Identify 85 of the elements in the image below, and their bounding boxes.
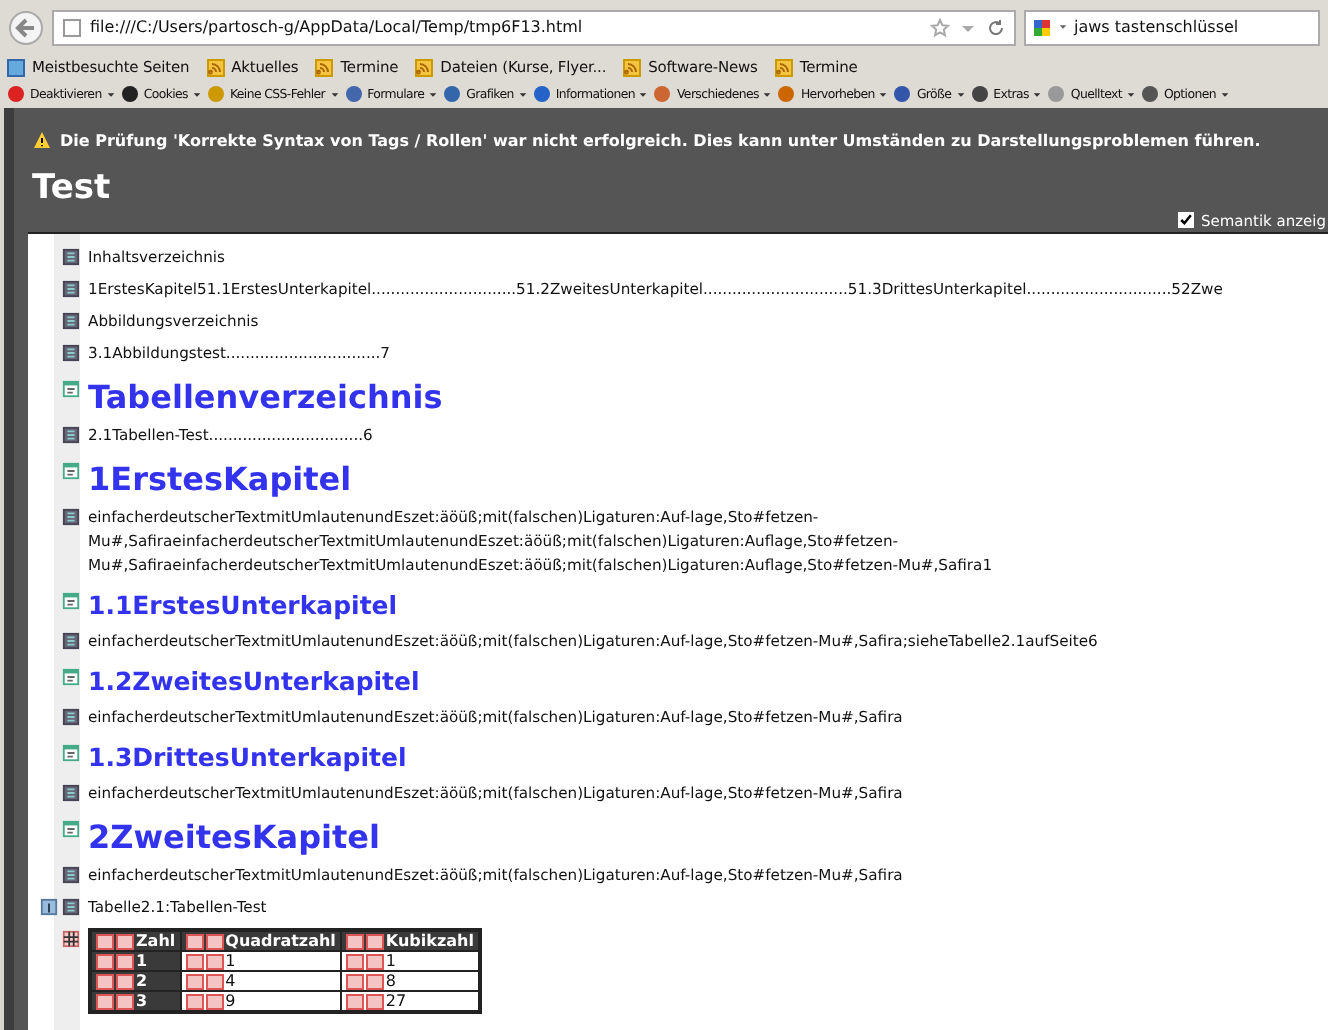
subheading: 1.2ZweitesUnterkapitel — [88, 666, 420, 698]
feed-icon — [314, 57, 335, 77]
cell-marker-icon — [345, 973, 364, 990]
caret-icon — [191, 89, 202, 99]
book-icon — [62, 784, 80, 802]
caret-icon — [517, 89, 528, 99]
cell-marker-icon — [365, 933, 384, 950]
cell-marker-icon — [205, 993, 224, 1010]
cell-marker-icon — [96, 973, 114, 990]
table-cell: 1 — [90, 951, 181, 971]
warning-message: Die Prüfung 'Korrekte Syntax von Tags / Rollen' war nicht erfolgreich. Dies kann unter Umständen zu Darstellungsproblemen führen. — [60, 131, 1261, 149]
caret-icon — [1219, 89, 1230, 99]
cell-marker-icon — [96, 993, 114, 1010]
cell-marker-icon — [365, 973, 384, 990]
feed-icon — [622, 57, 643, 77]
caret-icon — [105, 89, 116, 99]
caret-icon — [955, 89, 966, 99]
reload-icon[interactable] — [986, 17, 1006, 37]
cell-marker-icon — [116, 933, 134, 950]
cell-marker-icon — [365, 953, 384, 970]
column-header: Kubikzahl — [340, 930, 480, 951]
book-icon — [62, 344, 80, 362]
cell-marker-icon — [345, 953, 364, 970]
search-text: jaws tastenschlüssel — [1074, 18, 1239, 36]
heading-icon — [62, 592, 80, 610]
subheading: 1.3DrittesUnterkapitel — [88, 742, 407, 774]
cell-marker-icon — [365, 993, 384, 1010]
page-title: Test — [30, 166, 113, 208]
warning-icon — [32, 130, 52, 150]
caret-icon — [1125, 89, 1136, 99]
book-icon — [62, 312, 80, 330]
subheading: 1.1ErstesUnterkapitel — [88, 590, 398, 622]
heading-icon — [62, 668, 80, 686]
semantics-checkbox[interactable] — [1178, 212, 1195, 228]
book-icon — [62, 248, 80, 266]
caret-icon — [1032, 89, 1043, 99]
cell-marker-icon — [345, 993, 364, 1010]
cell-marker-icon — [185, 953, 204, 970]
heading-icon — [62, 380, 80, 398]
caret-icon — [762, 89, 773, 99]
book-icon — [62, 708, 80, 726]
feed-icon — [773, 57, 794, 77]
book-icon — [62, 426, 80, 444]
caret-icon — [428, 89, 439, 99]
cell-marker-icon — [205, 953, 224, 970]
bookmark-icon — [6, 57, 26, 77]
search-engine-icon — [1032, 17, 1052, 37]
cell-marker-icon — [116, 993, 134, 1010]
cell-marker-icon — [185, 933, 204, 950]
cell-marker-icon — [185, 993, 204, 1010]
cell-marker-icon — [205, 973, 224, 990]
heading-icon — [62, 820, 80, 838]
table-cell: 2 — [90, 971, 181, 991]
cell-marker-icon — [205, 933, 224, 950]
back-icon[interactable] — [8, 9, 44, 45]
caret-icon — [878, 89, 889, 99]
feed-icon — [414, 57, 435, 77]
heading-icon — [62, 744, 80, 762]
feed-icon — [205, 57, 226, 77]
heading-icon — [62, 462, 80, 480]
search-field[interactable]: jaws tastenschlüssel — [1024, 9, 1320, 45]
heading: Tabellenverzeichnis — [88, 378, 443, 416]
cell-marker-icon — [116, 973, 134, 990]
cell-marker-icon — [185, 973, 204, 990]
cell-marker-icon — [96, 933, 114, 950]
caret-icon[interactable] — [1058, 22, 1068, 32]
heading: 2ZweitesKapitel — [88, 818, 380, 856]
column-header: Quadratzahl — [180, 930, 341, 951]
table-icon — [62, 930, 80, 948]
caret-icon — [329, 89, 340, 99]
cell-marker-icon — [345, 933, 364, 950]
address-bar[interactable]: file:///C:/Users/partosch-g/AppData/Local/Temp/tmp6F13.html — [52, 9, 1016, 45]
column-header: Zahl — [90, 930, 181, 951]
book-icon — [62, 898, 80, 916]
heading: 1ErstesKapitel — [88, 460, 352, 498]
url-text: file:///C:/Users/partosch-g/AppData/Local/Temp/tmp6F13.html — [90, 18, 583, 36]
book-icon — [62, 508, 80, 526]
cell-marker-icon — [96, 953, 114, 970]
cell-marker-icon — [116, 953, 134, 970]
caret-icon — [638, 89, 649, 99]
table-cell: 3 — [90, 991, 181, 1012]
book-icon — [62, 632, 80, 650]
star-icon[interactable] — [930, 17, 950, 37]
book-icon — [62, 866, 80, 884]
book-icon — [62, 280, 80, 298]
